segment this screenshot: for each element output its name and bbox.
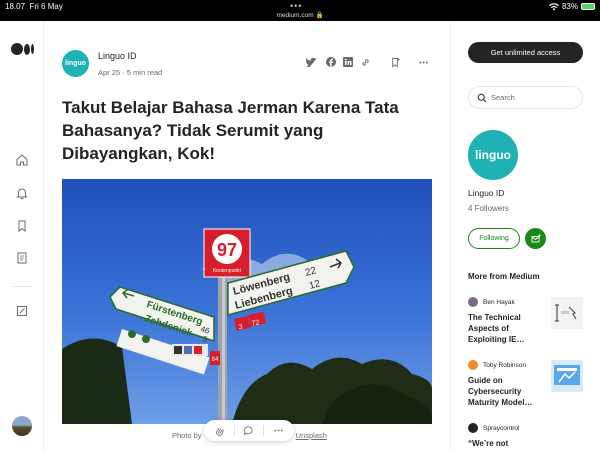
story-thumbnail: [551, 360, 583, 392]
link-icon[interactable]: [360, 57, 371, 68]
story-author-name: Spraycontrol: [483, 424, 520, 432]
medium-logo-icon[interactable]: [11, 43, 34, 55]
search-placeholder: Search: [491, 93, 515, 102]
right-sidebar: Get unlimited access Search linguo Lingu…: [450, 21, 600, 450]
caption-prefix: Photo by: [172, 431, 202, 440]
story-card[interactable]: Spraycontrol “We’re not: [468, 423, 588, 449]
route-sub: Knotenpunkt: [213, 268, 242, 274]
clap-icon[interactable]: [214, 425, 225, 436]
pill-divider: [233, 425, 235, 436]
story-card[interactable]: Ben Hayak The Technical Aspects of Explo…: [468, 297, 588, 345]
rail-divider: [13, 286, 31, 287]
battery-percent: 83%: [561, 2, 578, 11]
pencil-icon[interactable]: [15, 304, 29, 318]
wifi-icon: [548, 2, 559, 10]
story-title: The Technical Aspects of Exploiting IE…: [468, 313, 525, 344]
linkedin-icon[interactable]: [343, 57, 353, 67]
author-logo-text: linguo: [65, 60, 86, 67]
bookmark-add-icon[interactable]: [390, 57, 401, 68]
twitter-icon[interactable]: [306, 57, 317, 67]
status-time: 18.07 Fri 6 May: [5, 2, 63, 11]
publish-date: Apr 25: [98, 68, 121, 77]
pill-divider: [263, 425, 265, 436]
story-author: Spraycontrol: [468, 423, 588, 433]
more-from-medium-heading: More from Medium: [468, 272, 540, 281]
article-meta: Apr 25 · 5 min read: [98, 68, 163, 77]
tab-handle-icon[interactable]: •••: [290, 2, 302, 11]
route-number: 97: [217, 240, 237, 260]
story-title: Guide on Cybersecurity Maturity Model…: [468, 376, 533, 407]
story-thumbnail: [551, 297, 583, 329]
search-icon: [477, 93, 487, 103]
article-title: Takut Belajar Bahasa Jerman Karena Tata …: [62, 98, 399, 163]
badge-3: 84: [212, 357, 219, 363]
article-action-bar: [204, 420, 294, 441]
author-avatar-small: [468, 423, 478, 433]
home-icon[interactable]: [15, 153, 29, 167]
author-avatar[interactable]: linguo: [62, 50, 89, 77]
document-icon[interactable]: [15, 251, 29, 265]
status-indicators: 83%: [548, 2, 595, 11]
story-title: “We’re not: [468, 439, 509, 448]
hero-image: 97 Knotenpunkt Löwenberg Liebenberg 22 1…: [62, 179, 432, 424]
status-bar: 18.07 Fri 6 May ••• medium.com 🔒 83%: [0, 0, 600, 21]
profile-name[interactable]: Linguo ID: [468, 188, 504, 198]
mail-plus-icon: [531, 234, 541, 242]
author-profile-logo[interactable]: linguo: [468, 130, 518, 180]
bookmark-icon[interactable]: [15, 219, 29, 233]
battery-icon: [581, 3, 595, 10]
profile-logo-text: linguo: [475, 148, 511, 162]
more-options-icon[interactable]: [418, 57, 429, 68]
address-bar[interactable]: medium.com 🔒: [0, 11, 600, 19]
caption-link[interactable]: Unsplash: [296, 431, 327, 440]
subscribe-email-button[interactable]: [525, 228, 546, 249]
left-rail: [0, 21, 44, 450]
followers-count[interactable]: 4 Followers: [468, 204, 509, 213]
author-avatar-small: [468, 360, 478, 370]
more-icon[interactable]: [273, 425, 284, 436]
story-author-name: Ben Hayak: [483, 298, 515, 306]
following-button[interactable]: Following: [468, 228, 520, 249]
signpost-photo: 97 Knotenpunkt Löwenberg Liebenberg 22 1…: [62, 179, 432, 424]
story-thumbnail-graphic: [551, 360, 583, 392]
article-column: linguo Linguo ID Apr 25 · 5 min read Tak…: [44, 21, 450, 450]
user-avatar[interactable]: [12, 416, 32, 436]
get-unlimited-access-button[interactable]: Get unlimited access: [468, 42, 583, 63]
comment-icon[interactable]: [243, 425, 254, 436]
url-text: medium.com: [276, 12, 314, 19]
story-author-name: Toby Robinson: [483, 361, 526, 369]
search-input[interactable]: Search: [468, 86, 583, 109]
read-time: 5 min read: [126, 68, 163, 77]
status-clock: 18.07: [5, 2, 26, 11]
bell-icon[interactable]: [15, 186, 29, 200]
facebook-icon[interactable]: [326, 57, 336, 67]
story-card[interactable]: Toby Robinson Guide on Cybersecurity Mat…: [468, 360, 588, 408]
author-avatar-small: [468, 297, 478, 307]
author-name[interactable]: Linguo ID: [98, 51, 137, 61]
status-date: Fri 6 May: [29, 2, 63, 11]
story-thumbnail-graphic: [551, 297, 583, 329]
